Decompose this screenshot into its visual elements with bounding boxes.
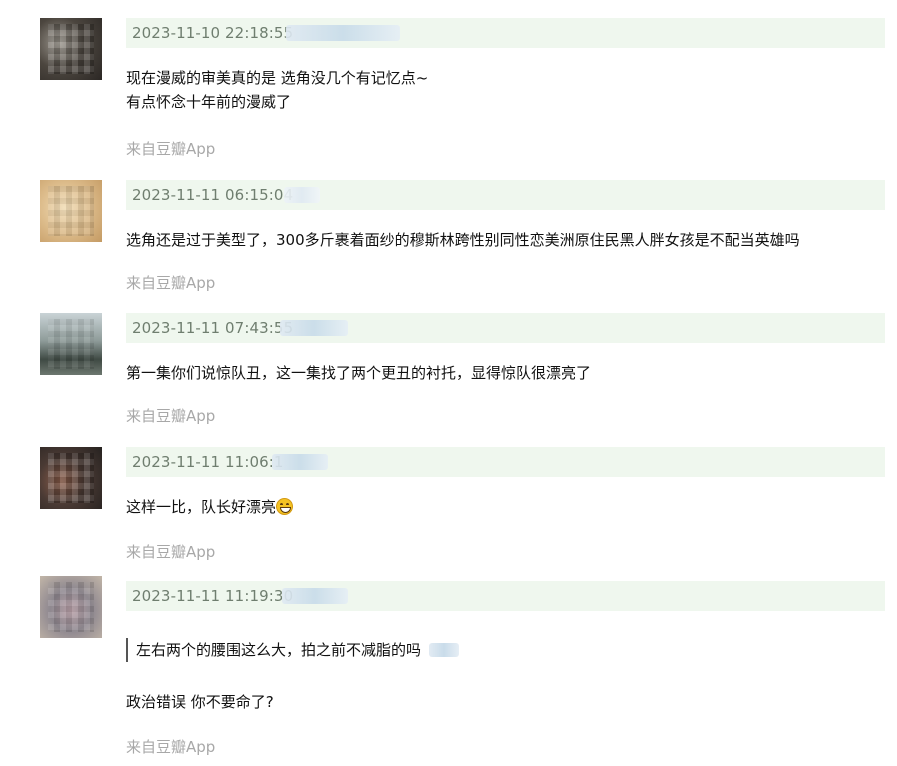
comment-line: 现在漫威的审美真的是 选角没几个有记忆点~ (126, 69, 429, 87)
username-redacted[interactable] (282, 588, 348, 604)
source-label: 来自豆瓣App (126, 407, 216, 425)
comment-header: 2023-11-11 07:43:55 (126, 313, 885, 343)
comment-text: 第一集你们说惊队丑，这一集找了两个更丑的衬托，显得惊队很漂亮了 (126, 361, 591, 385)
comment-text: 政治错误 你不要命了? (126, 690, 274, 714)
comment-text: 现在漫威的审美真的是 选角没几个有记忆点~ 有点怀念十年前的漫威了 (126, 66, 428, 114)
comment-header: 2023-11-11 11:06:1 (126, 447, 885, 477)
comment-timestamp: 2023-11-11 07:43:55 (132, 319, 294, 337)
comment-timestamp: 2023-11-11 11:19:30 (132, 587, 294, 605)
comment-header: 2023-11-11 11:19:30 (126, 581, 885, 611)
source-label: 来自豆瓣App (126, 140, 216, 158)
comment-timestamp: 2023-11-11 06:15:04 (132, 186, 294, 204)
comment-line: 选角还是过于美型了，300多斤裹着面纱的穆斯林跨性别同性恋美洲原住民黑人胖女孩是… (126, 231, 800, 249)
avatar[interactable] (40, 18, 102, 80)
username-redacted[interactable] (272, 454, 328, 470)
comment-text: 选角还是过于美型了，300多斤裹着面纱的穆斯林跨性别同性恋美洲原住民黑人胖女孩是… (126, 228, 800, 252)
comment-timestamp: 2023-11-10 22:18:55 (132, 24, 294, 42)
comment-line-text: 这样一比，队长好漂亮 (126, 498, 277, 516)
comment-header: 2023-11-11 06:15:04 (126, 180, 885, 210)
username-redacted[interactable] (284, 187, 320, 203)
avatar[interactable] (40, 180, 102, 242)
comment-line: 第一集你们说惊队丑，这一集找了两个更丑的衬托，显得惊队很漂亮了 (126, 364, 592, 382)
avatar[interactable] (40, 576, 102, 638)
source-label: 来自豆瓣App (126, 274, 216, 292)
source-label: 来自豆瓣App (126, 738, 216, 756)
source-label: 来自豆瓣App (126, 543, 216, 561)
username-redacted[interactable] (286, 25, 400, 41)
comment-line: 有点怀念十年前的漫威了 (126, 93, 292, 111)
comment-line: 这样一比，队长好漂亮 (126, 495, 294, 519)
comment-timestamp: 2023-11-11 11:06:1 (132, 453, 284, 471)
comment-header: 2023-11-10 22:18:55 (126, 18, 885, 48)
quoted-reply: 左右两个的腰围这么大，拍之前不减脂的吗 (126, 638, 460, 662)
avatar[interactable] (40, 447, 102, 509)
grinning-sweat-emoji-icon (276, 498, 294, 515)
quoted-reply-text: 左右两个的腰围这么大，拍之前不减脂的吗 (136, 641, 422, 659)
comment-text: 这样一比，队长好漂亮 (126, 495, 294, 519)
comment-line: 政治错误 你不要命了? (126, 693, 274, 711)
avatar[interactable] (40, 313, 102, 375)
username-redacted[interactable] (280, 320, 348, 336)
quoted-username-redacted (429, 643, 460, 657)
